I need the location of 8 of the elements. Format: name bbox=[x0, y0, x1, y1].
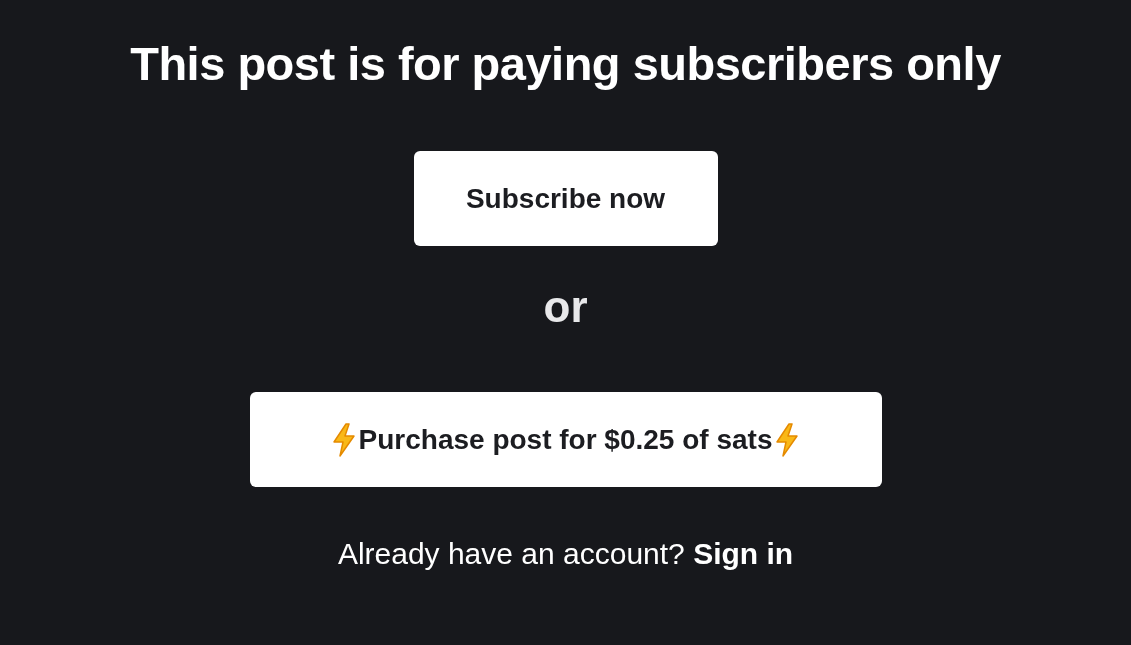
subscribe-button[interactable]: Subscribe now bbox=[413, 151, 718, 246]
sign-in-prompt: Already have an account? Sign in bbox=[337, 537, 794, 571]
paywall-heading: This post is for paying subscribers only bbox=[130, 36, 1001, 92]
or-separator: or bbox=[543, 282, 588, 332]
purchase-button[interactable]: Purchase post for $0.25 of sats bbox=[249, 392, 882, 487]
lightning-icon bbox=[774, 422, 801, 457]
lightning-icon bbox=[330, 422, 357, 457]
sign-in-link[interactable]: Sign in bbox=[693, 537, 794, 570]
